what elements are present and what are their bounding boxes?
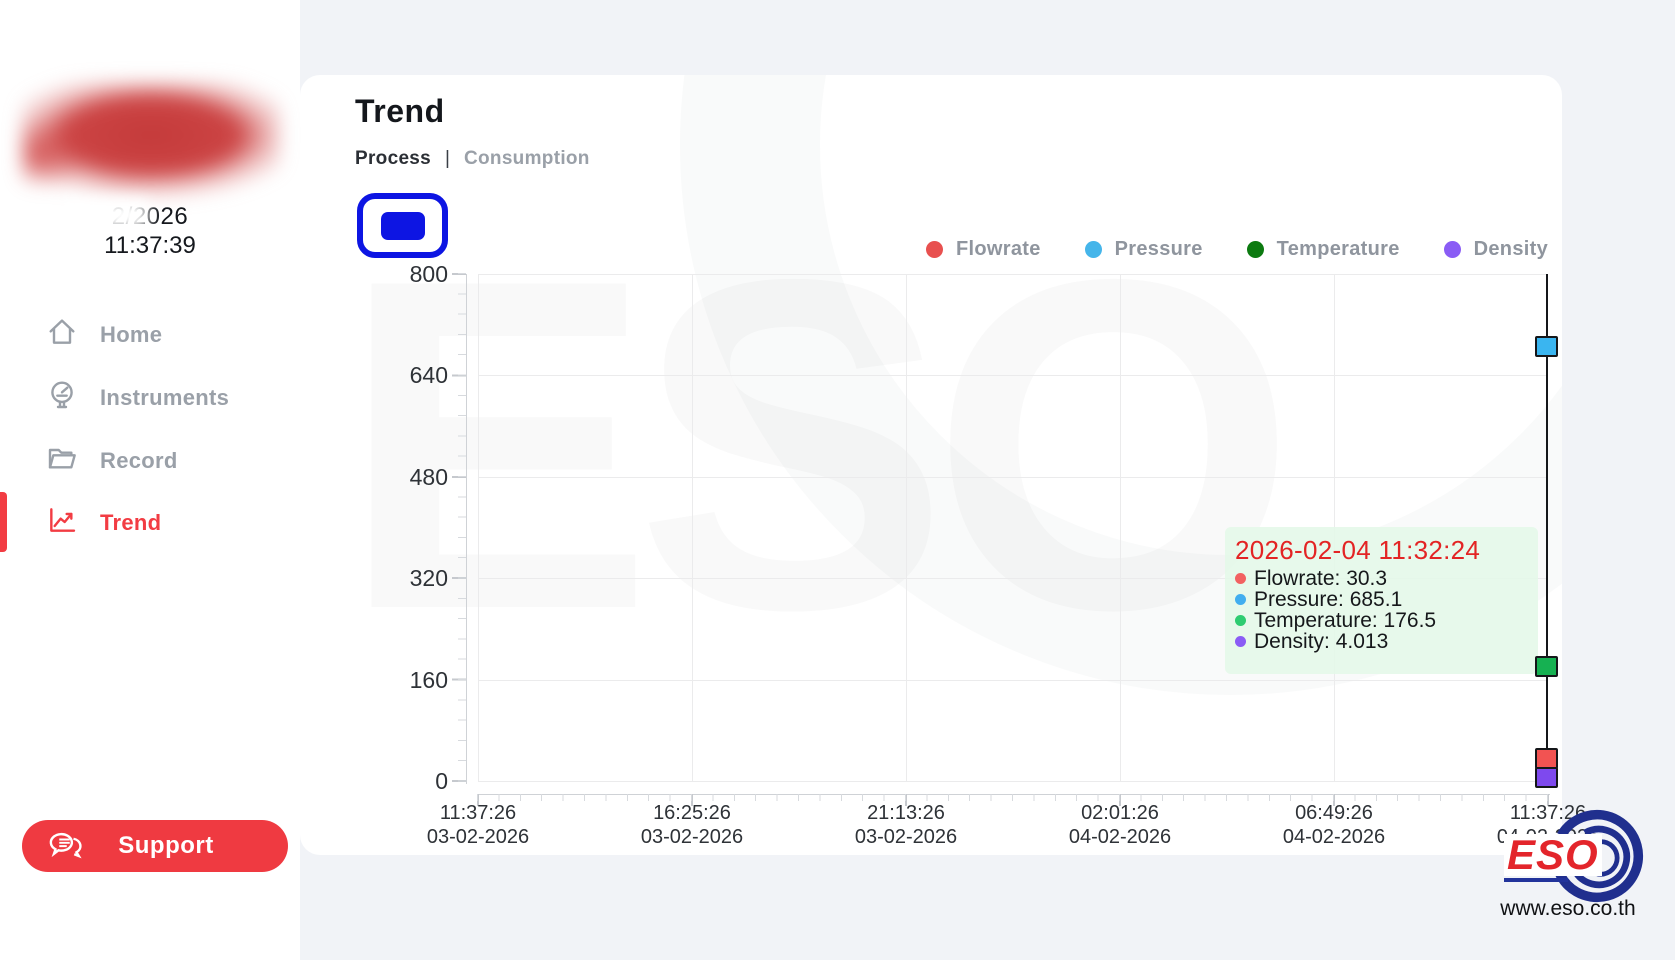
date-blur-overlay bbox=[62, 200, 148, 230]
chart-tooltip: 2026-02-04 11:32:24 Flowrate: 30.3 Press… bbox=[1225, 527, 1538, 674]
chat-bubbles-icon bbox=[22, 826, 84, 867]
trend-chart-icon bbox=[46, 504, 78, 542]
tooltip-timestamp: 2026-02-04 11:32:24 bbox=[1235, 535, 1526, 566]
sidebar-item-label: Instruments bbox=[100, 385, 229, 411]
legend-item-density[interactable]: Density bbox=[1444, 238, 1548, 261]
density-dot-icon bbox=[1444, 241, 1461, 258]
x-tick-label: 21:13:2603-02-2026 bbox=[821, 801, 991, 849]
sidebar-item-home[interactable]: Home bbox=[0, 310, 300, 360]
tab-consumption[interactable]: Consumption bbox=[464, 148, 590, 170]
density-marker bbox=[1535, 767, 1558, 788]
y-tick-label: 800 bbox=[388, 261, 448, 288]
page-title: Trend bbox=[355, 93, 445, 130]
tooltip-density: Density: 4.013 bbox=[1254, 631, 1388, 652]
sidebar-item-label: Record bbox=[100, 448, 178, 474]
y-tick-label: 0 bbox=[388, 768, 448, 795]
support-button[interactable]: Support bbox=[22, 820, 288, 872]
gauge-icon bbox=[46, 379, 78, 417]
x-tick-label: 02:01:2604-02-2026 bbox=[1035, 801, 1205, 849]
x-tick-label: 06:49:2604-02-2026 bbox=[1249, 801, 1419, 849]
legend-item-pressure[interactable]: Pressure bbox=[1085, 238, 1203, 261]
gridline-h bbox=[478, 680, 1548, 681]
y-axis-line bbox=[466, 274, 467, 784]
temperature-dot-icon bbox=[1247, 241, 1264, 258]
y-tick-label: 320 bbox=[388, 565, 448, 592]
gridline-h bbox=[478, 274, 1548, 275]
legend-label: Pressure bbox=[1115, 238, 1203, 261]
tooltip-pressure: Pressure: 685.1 bbox=[1254, 589, 1402, 610]
tooltip-temperature: Temperature: 176.5 bbox=[1254, 610, 1436, 631]
sidebar-date: 2/2026 bbox=[0, 203, 300, 231]
x-tick-label: 16:25:2603-02-2026 bbox=[607, 801, 777, 849]
eso-logo: ESO bbox=[1504, 834, 1602, 876]
gridline-h bbox=[478, 477, 1548, 478]
y-tick-label: 640 bbox=[388, 362, 448, 389]
gridline-v bbox=[1120, 274, 1121, 781]
eso-website-link[interactable]: www.eso.co.th bbox=[1468, 897, 1668, 921]
sidebar-item-record[interactable]: Record bbox=[0, 436, 300, 486]
sidebar: 2/2026 11:37:39 Home Instruments Record bbox=[0, 0, 300, 960]
tab-process[interactable]: Process bbox=[355, 148, 431, 170]
pressure-marker bbox=[1535, 336, 1558, 357]
breadcrumb-tabs: Process | Consumption bbox=[355, 148, 590, 170]
active-nav-indicator bbox=[0, 492, 7, 552]
eso-logo-underline bbox=[1504, 878, 1568, 882]
y-tick-label: 160 bbox=[388, 667, 448, 694]
sidebar-clock: 11:37:39 bbox=[0, 232, 300, 260]
support-button-label: Support bbox=[84, 832, 248, 860]
chart-legend: Flowrate Pressure Temperature Density bbox=[926, 238, 1548, 261]
sidebar-item-label: Trend bbox=[100, 510, 161, 536]
temperature-dot-icon bbox=[1235, 615, 1246, 626]
legend-label: Density bbox=[1474, 238, 1548, 261]
folder-icon bbox=[46, 442, 78, 480]
temperature-marker bbox=[1535, 656, 1558, 677]
app-window: 2/2026 11:37:39 Home Instruments Record bbox=[0, 0, 1675, 960]
sidebar-item-trend[interactable]: Trend bbox=[0, 498, 300, 548]
home-icon bbox=[46, 316, 78, 354]
y-axis-minor-ticks bbox=[458, 273, 466, 783]
gridline-v bbox=[906, 274, 907, 781]
stop-icon bbox=[381, 212, 425, 240]
x-axis-minor-ticks bbox=[477, 794, 1550, 801]
sidebar-item-label: Home bbox=[100, 322, 162, 348]
company-logo bbox=[22, 82, 280, 200]
legend-label: Flowrate bbox=[956, 238, 1041, 261]
flowrate-marker bbox=[1535, 748, 1558, 769]
pressure-dot-icon bbox=[1085, 241, 1102, 258]
flowrate-dot-icon bbox=[926, 241, 943, 258]
y-tick-label: 480 bbox=[388, 464, 448, 491]
gridline-h bbox=[478, 375, 1548, 376]
gridline-v bbox=[692, 274, 693, 781]
sidebar-item-instruments[interactable]: Instruments bbox=[0, 373, 300, 423]
legend-label: Temperature bbox=[1277, 238, 1400, 261]
x-tick-label: 11:37:2603-02-2026 bbox=[393, 801, 563, 849]
density-dot-icon bbox=[1235, 636, 1246, 647]
tab-separator: | bbox=[445, 148, 450, 170]
stop-live-button[interactable] bbox=[357, 193, 448, 258]
gridline-h bbox=[478, 781, 1548, 782]
legend-item-flowrate[interactable]: Flowrate bbox=[926, 238, 1041, 261]
legend-item-temperature[interactable]: Temperature bbox=[1247, 238, 1400, 261]
gridline-v bbox=[478, 274, 479, 781]
pressure-dot-icon bbox=[1235, 594, 1246, 605]
tooltip-flowrate: Flowrate: 30.3 bbox=[1254, 568, 1387, 589]
flowrate-dot-icon bbox=[1235, 573, 1246, 584]
